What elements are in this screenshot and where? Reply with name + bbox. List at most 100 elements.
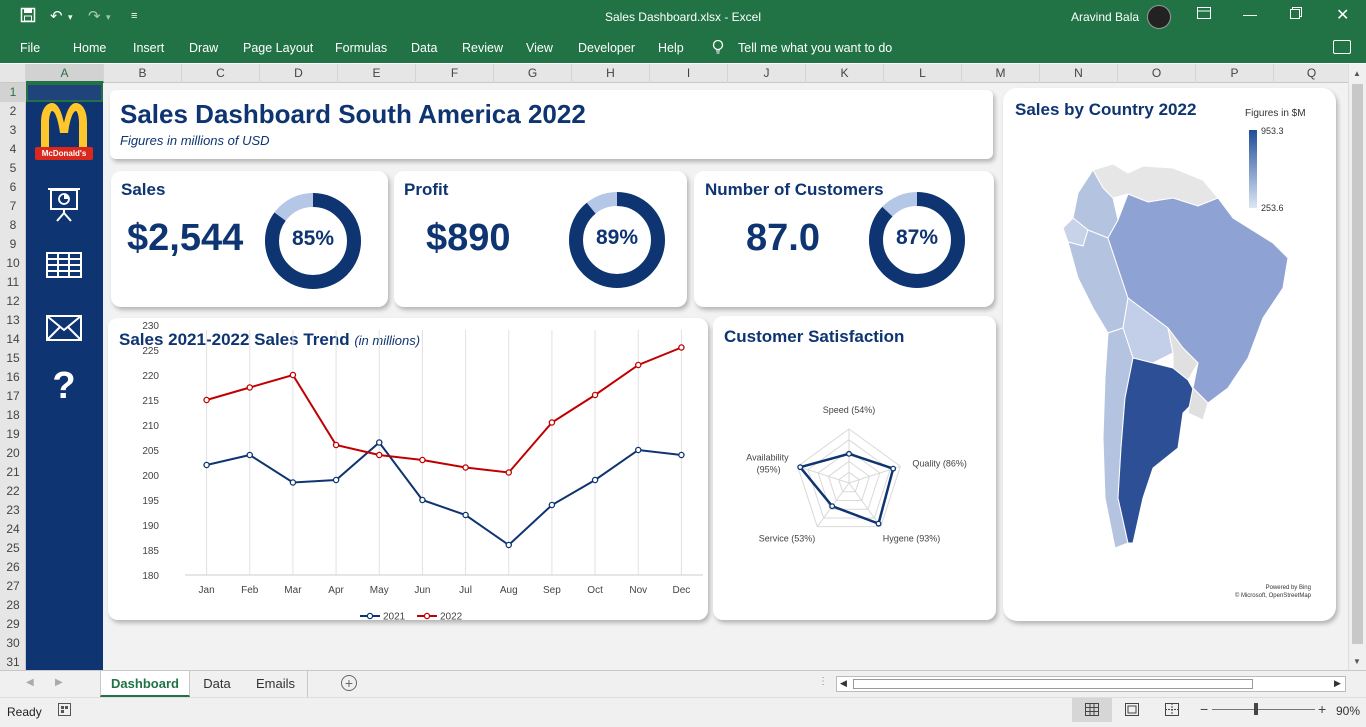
column-header[interactable]: L xyxy=(884,64,962,83)
zoom-in-icon[interactable]: + xyxy=(1318,701,1326,717)
column-header[interactable]: I xyxy=(650,64,728,83)
hscroll-right-icon[interactable]: ▶ xyxy=(1334,678,1341,689)
row-header[interactable]: 23 xyxy=(0,501,26,520)
restore-icon[interactable] xyxy=(1290,6,1302,22)
zoom-slider[interactable] xyxy=(1212,709,1315,710)
row-header[interactable]: 24 xyxy=(0,520,26,539)
row-header[interactable]: 20 xyxy=(0,444,26,463)
row-header[interactable]: 7 xyxy=(0,197,26,216)
menu-home[interactable]: Home xyxy=(73,41,106,55)
row-header[interactable]: 11 xyxy=(0,273,26,292)
map-region-argentina[interactable] xyxy=(1117,357,1199,544)
presentation-icon[interactable] xyxy=(45,185,83,223)
column-header[interactable]: C xyxy=(182,64,260,83)
column-header[interactable]: D xyxy=(260,64,338,83)
row-header[interactable]: 21 xyxy=(0,463,26,482)
menu-insert[interactable]: Insert xyxy=(133,41,164,55)
row-header[interactable]: 25 xyxy=(0,539,26,558)
zoom-level[interactable]: 90% xyxy=(1336,704,1360,718)
row-header[interactable]: 3 xyxy=(0,121,26,140)
hscroll-left-icon[interactable]: ◀ xyxy=(840,678,847,689)
row-header[interactable]: 15 xyxy=(0,349,26,368)
macro-record-icon[interactable] xyxy=(58,703,71,719)
page-break-view-icon[interactable] xyxy=(1165,703,1179,719)
sheet-tab-emails[interactable]: Emails xyxy=(244,671,308,697)
column-header[interactable]: F xyxy=(416,64,494,83)
row-header[interactable]: 29 xyxy=(0,615,26,634)
row-header[interactable]: 6 xyxy=(0,178,26,197)
row-header[interactable]: 30 xyxy=(0,634,26,653)
row-header[interactable]: 19 xyxy=(0,425,26,444)
column-header[interactable]: P xyxy=(1196,64,1274,83)
row-header[interactable]: 2 xyxy=(0,102,26,121)
vertical-scrollbar[interactable]: ▲ ▼ xyxy=(1348,64,1366,670)
column-header[interactable]: B xyxy=(104,64,182,83)
hscroll-thumb[interactable] xyxy=(853,679,1253,689)
column-header[interactable]: N xyxy=(1040,64,1118,83)
row-header[interactable]: 5 xyxy=(0,159,26,178)
menu-file[interactable]: File xyxy=(20,41,40,55)
row-header[interactable]: 8 xyxy=(0,216,26,235)
row-header[interactable]: 26 xyxy=(0,558,26,577)
sheet-tab-data[interactable]: Data xyxy=(192,671,242,697)
column-header[interactable]: Q xyxy=(1274,64,1350,83)
column-header[interactable]: M xyxy=(962,64,1040,83)
menu-developer[interactable]: Developer xyxy=(578,41,635,55)
scroll-down-icon[interactable]: ▼ xyxy=(1353,657,1361,666)
row-header[interactable]: 22 xyxy=(0,482,26,501)
menu-view[interactable]: View xyxy=(526,41,553,55)
row-header[interactable]: 14 xyxy=(0,330,26,349)
column-header[interactable]: G xyxy=(494,64,572,83)
ribbon-display-icon[interactable] xyxy=(1197,6,1211,22)
row-header[interactable]: 18 xyxy=(0,406,26,425)
user-name[interactable]: Aravind Bala xyxy=(1071,10,1139,24)
tab-scroll-right-icon[interactable]: ▶ xyxy=(55,677,63,688)
help-icon[interactable]: ? xyxy=(45,365,83,407)
scroll-up-icon[interactable]: ▲ xyxy=(1353,69,1361,78)
zoom-out-icon[interactable]: − xyxy=(1200,701,1208,717)
avatar[interactable] xyxy=(1147,5,1171,29)
selected-cell[interactable] xyxy=(26,83,103,102)
column-header[interactable]: J xyxy=(728,64,806,83)
comments-icon[interactable] xyxy=(1333,40,1351,54)
sales-trend-chart[interactable]: Jan Feb Mar Apr May Jun Jul Aug Sep Oct Nov Dec 180 1… xyxy=(108,313,708,620)
row-header[interactable]: 13 xyxy=(0,311,26,330)
row-header[interactable]: 27 xyxy=(0,577,26,596)
minimize-icon[interactable]: — xyxy=(1243,6,1257,22)
row-header[interactable]: 17 xyxy=(0,387,26,406)
add-sheet-icon[interactable]: + xyxy=(341,675,357,691)
row-header[interactable]: 4 xyxy=(0,140,26,159)
menu-page-layout[interactable]: Page Layout xyxy=(243,41,313,55)
column-header[interactable]: K xyxy=(806,64,884,83)
column-header[interactable]: E xyxy=(338,64,416,83)
normal-view-icon[interactable] xyxy=(1072,698,1112,722)
row-header[interactable]: 10 xyxy=(0,254,26,273)
horizontal-scrollbar[interactable]: ◀ ▶ xyxy=(836,676,1346,692)
menu-draw[interactable]: Draw xyxy=(189,41,218,55)
page-layout-view-icon[interactable] xyxy=(1125,703,1139,719)
menu-help[interactable]: Help xyxy=(658,41,684,55)
mail-icon[interactable] xyxy=(45,309,83,347)
row-header[interactable]: 16 xyxy=(0,368,26,387)
scroll-thumb[interactable] xyxy=(1352,84,1363,644)
menu-data[interactable]: Data xyxy=(411,41,437,55)
row-header[interactable]: 28 xyxy=(0,596,26,615)
zoom-slider-thumb[interactable] xyxy=(1254,703,1258,715)
column-header[interactable]: O xyxy=(1118,64,1196,83)
select-all-corner[interactable] xyxy=(0,64,26,83)
column-header[interactable]: H xyxy=(572,64,650,83)
row-header[interactable]: 9 xyxy=(0,235,26,254)
tell-me-search[interactable]: Tell me what you want to do xyxy=(738,41,892,55)
column-header[interactable]: A xyxy=(26,64,104,83)
tab-scroll-left-icon[interactable]: ◀ xyxy=(26,677,34,688)
table-icon[interactable] xyxy=(45,246,83,284)
satisfaction-radar-chart[interactable]: Speed (54%) Quality (86%) Hygene (93%) Serv… xyxy=(713,316,996,620)
worksheet[interactable]: McDonald's ? Sales Dashboard South Ameri… xyxy=(26,83,1348,670)
tab-splitter-icon[interactable]: ⋮ xyxy=(818,676,828,687)
row-header[interactable]: 12 xyxy=(0,292,26,311)
sheet-tab-dashboard[interactable]: Dashboard xyxy=(100,671,190,697)
menu-review[interactable]: Review xyxy=(462,41,503,55)
south-america-map[interactable] xyxy=(1033,158,1303,558)
menu-formulas[interactable]: Formulas xyxy=(335,41,387,55)
close-icon[interactable]: ✕ xyxy=(1336,5,1349,25)
